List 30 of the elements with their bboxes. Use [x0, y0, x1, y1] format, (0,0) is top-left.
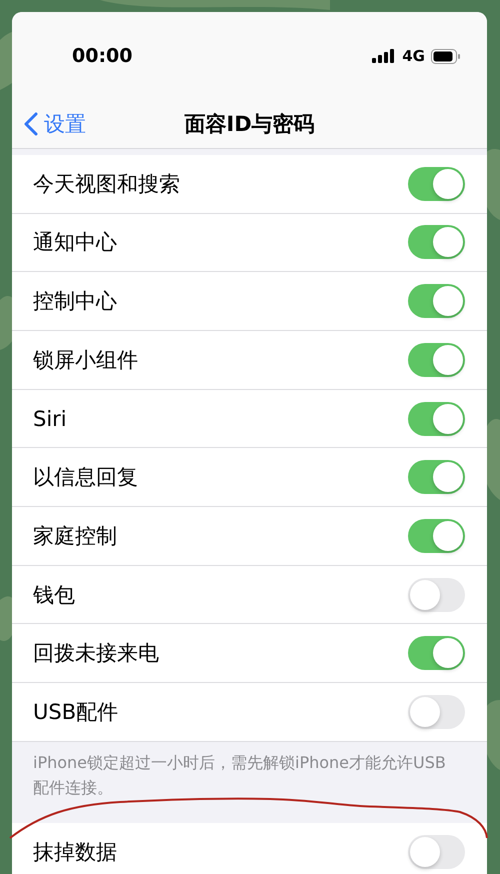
setting-label: 回拨未接来电: [33, 640, 159, 668]
footer-note: iPhone锁定超过一小时后，需先解锁iPhone才能允许USB配件连接。: [32, 752, 447, 799]
setting-label: 以信息回复: [33, 464, 138, 492]
signal-icon: [372, 49, 396, 63]
toggle-switch[interactable]: [408, 460, 465, 494]
toggle-switch[interactable]: [408, 636, 465, 670]
toggle-switch[interactable]: [408, 342, 465, 377]
setting-label: 钱包: [33, 582, 75, 609]
toggle-switch[interactable]: [408, 225, 465, 260]
toggle-switch[interactable]: [408, 166, 465, 201]
setting-label: 家庭控制: [33, 522, 117, 550]
toggle-switch[interactable]: [408, 284, 465, 318]
toggle-switch[interactable]: [408, 518, 465, 553]
setting-label: USB配件: [33, 698, 118, 726]
status-time: 00:00: [72, 45, 132, 67]
toggle-switch[interactable]: [408, 402, 465, 436]
toggle-switch[interactable]: [408, 578, 465, 612]
setting-label: 锁屏小组件: [33, 346, 138, 374]
setting-label: 抹掉数据: [33, 839, 117, 866]
battery-icon: [431, 48, 461, 64]
setting-label: 通知中心: [33, 229, 117, 256]
back-chevron-icon: [24, 112, 38, 136]
page-title: 面容ID与密码: [184, 112, 315, 136]
toggle-switch[interactable]: [408, 694, 465, 729]
setting-label: 今天视图和搜索: [33, 170, 180, 198]
network-label: 4G: [402, 47, 425, 65]
setting-label: 控制中心: [33, 288, 117, 316]
setting-label: Siri: [33, 406, 67, 431]
back-button[interactable]: 设置: [12, 109, 92, 139]
toggle-switch[interactable]: [408, 835, 465, 870]
